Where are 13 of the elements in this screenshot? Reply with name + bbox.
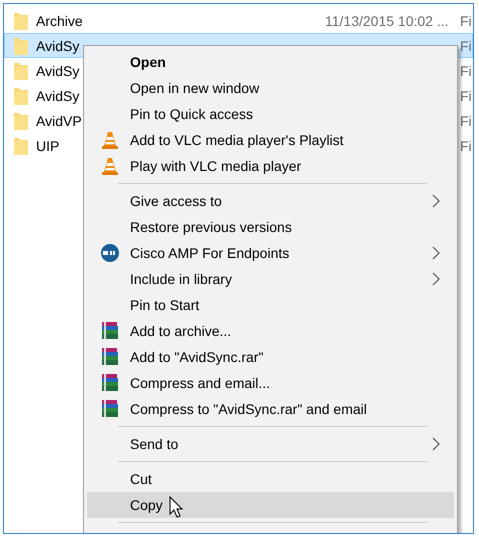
file-name: Archive bbox=[36, 12, 83, 28]
file-name: UIP bbox=[36, 138, 60, 154]
file-type: Fi bbox=[460, 12, 472, 28]
file-name: AvidVP bbox=[36, 112, 82, 128]
file-type: Fi bbox=[460, 112, 472, 128]
file-type: Fi bbox=[460, 38, 472, 54]
file-name: AvidSy bbox=[36, 38, 80, 54]
file-type: Fi bbox=[460, 138, 472, 154]
file-name: AvidSy bbox=[36, 88, 80, 104]
date-modified: 11/13/2015 10:02 ... bbox=[325, 12, 449, 28]
file-name: AvidSy bbox=[36, 62, 80, 78]
file-type: Fi bbox=[460, 62, 472, 78]
file-type: Fi bbox=[460, 88, 472, 104]
